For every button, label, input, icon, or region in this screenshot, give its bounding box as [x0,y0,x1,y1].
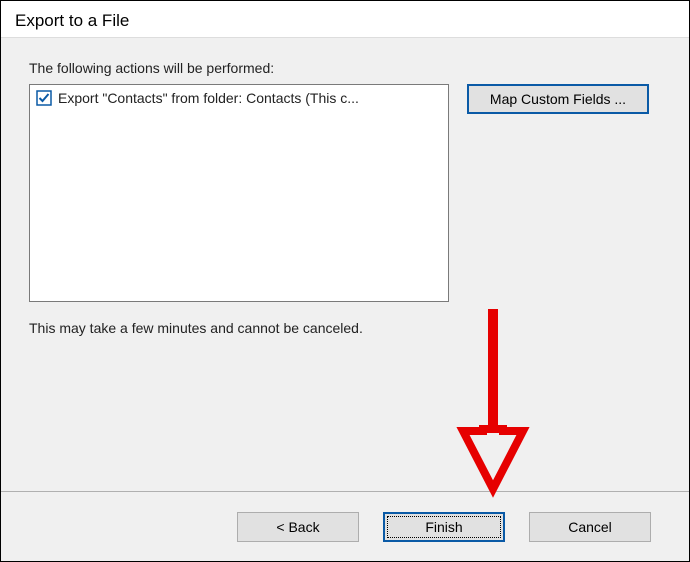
actions-prompt-label: The following actions will be performed: [29,60,661,76]
export-wizard-window: Export to a File The following actions w… [0,0,690,562]
content-area: The following actions will be performed:… [1,37,689,491]
action-item[interactable]: Export "Contacts" from folder: Contacts … [36,89,442,107]
wizard-button-bar: < Back Finish Cancel [1,491,689,561]
checkbox-checked-icon[interactable] [36,90,52,106]
window-title: Export to a File [15,11,675,31]
actions-row: Export "Contacts" from folder: Contacts … [29,84,661,302]
map-custom-fields-button[interactable]: Map Custom Fields ... [467,84,649,114]
back-button[interactable]: < Back [237,512,359,542]
cancel-button[interactable]: Cancel [529,512,651,542]
action-item-label: Export "Contacts" from folder: Contacts … [58,90,359,106]
note-text: This may take a few minutes and cannot b… [29,320,661,336]
finish-button[interactable]: Finish [383,512,505,542]
actions-list: Export "Contacts" from folder: Contacts … [29,84,449,302]
titlebar: Export to a File [1,1,689,37]
